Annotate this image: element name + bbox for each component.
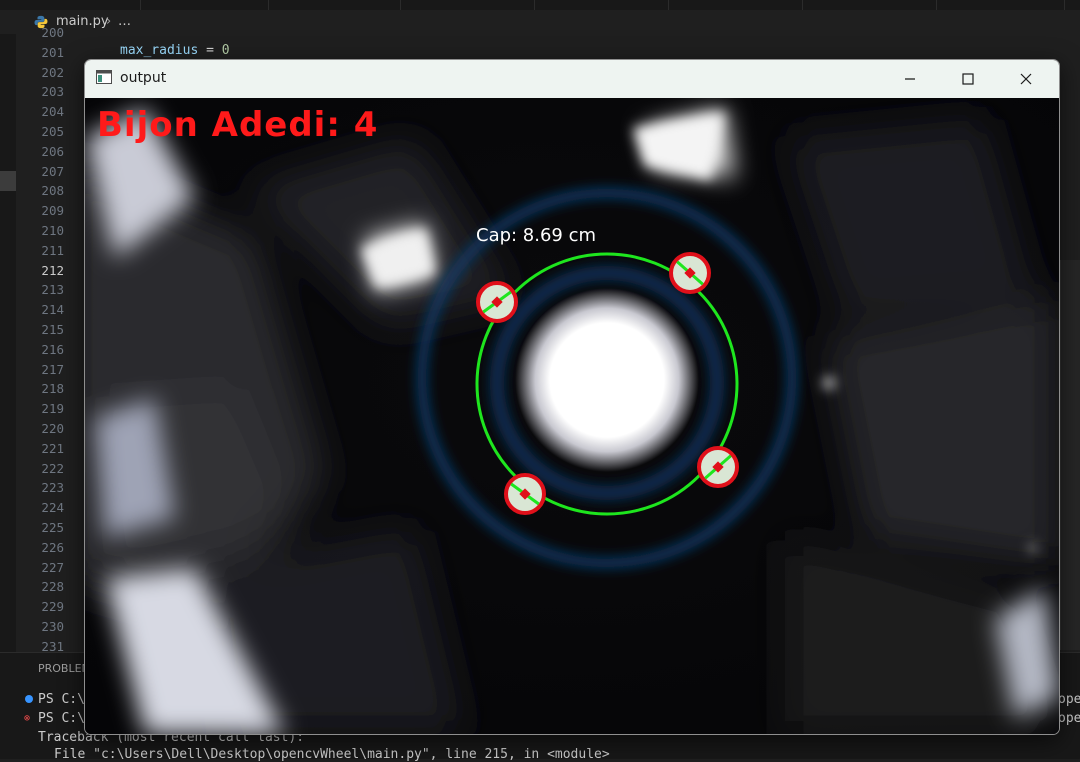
line-number: 203: [41, 84, 64, 100]
line-number: 216: [41, 341, 64, 357]
code-number: 0: [221, 43, 230, 58]
line-number: 229: [41, 599, 64, 615]
line-number: 205: [41, 123, 64, 139]
line-number: 227: [41, 559, 64, 575]
terminal-line: PS C:\: [38, 692, 85, 707]
breadcrumb-more[interactable]: …: [118, 10, 131, 34]
line-number-gutter: 200 201 202 203 204 205 206 207 208 209 210 211 212 2…: [16, 23, 64, 657]
editor-tab[interactable]: [668, 0, 803, 10]
line-number: 208: [41, 183, 64, 199]
code-variable: max_radius: [120, 43, 199, 58]
editor-tab[interactable]: [400, 0, 535, 10]
bolt-marker: [504, 473, 546, 515]
editor-tab[interactable]: [534, 0, 669, 10]
line-number: 220: [41, 420, 64, 436]
code-line[interactable]: max_radius = 0: [120, 43, 230, 58]
line-number: 212: [41, 262, 64, 278]
line-number: 207: [41, 163, 64, 179]
editor-tab[interactable]: [802, 0, 937, 10]
window-title: output: [120, 70, 167, 86]
opencv-window-icon: [96, 70, 112, 84]
line-number: 226: [41, 539, 64, 555]
code-operator: =: [198, 43, 222, 58]
line-number: 206: [41, 143, 64, 159]
line-number: 218: [41, 381, 64, 397]
line-number: 201: [41, 44, 64, 60]
activity-indicator: [0, 171, 16, 191]
terminal-line-fragment: oper: [1058, 711, 1080, 726]
line-number: 219: [41, 401, 64, 417]
terminal-line: File "c:\Users\Dell\Desktop\opencvWheel\…: [54, 747, 610, 762]
error-icon: ⊗: [24, 713, 31, 724]
window-titlebar[interactable]: output: [85, 60, 1059, 98]
close-icon[interactable]: [1003, 66, 1049, 92]
editor-tab[interactable]: [936, 0, 1065, 10]
line-number: 228: [41, 579, 64, 595]
maximize-icon[interactable]: [945, 66, 991, 92]
bolt-marker: [476, 281, 518, 323]
editor-tab[interactable]: [140, 0, 269, 10]
line-number: 215: [41, 321, 64, 337]
camera-frame: Bijon Adedi: 4 Cap: 8.69 cm: [85, 98, 1059, 734]
line-number: 211: [41, 242, 64, 258]
line-number: 213: [41, 282, 64, 298]
terminal-line-fragment: oper: [1058, 692, 1080, 707]
editor-tab[interactable]: [268, 0, 401, 10]
line-number: 230: [41, 618, 64, 634]
output-window[interactable]: output Bijon Adedi: 4 Cap: 8.69 cm: [84, 59, 1060, 735]
breadcrumb: main.py › …: [0, 10, 1080, 34]
line-number: 204: [41, 104, 64, 120]
bolt-marker: [669, 252, 711, 294]
diameter-label: Cap: 8.69 cm: [476, 225, 596, 246]
chevron-right-icon: ›: [106, 14, 112, 29]
terminal-status-icon: [25, 695, 33, 703]
line-number: 217: [41, 361, 64, 377]
line-number: 225: [41, 519, 64, 535]
bolt-count-label: Bijon Adedi: 4: [97, 105, 378, 145]
line-number: 221: [41, 440, 64, 456]
wheel-hub: [515, 288, 699, 472]
line-number: 222: [41, 460, 64, 476]
editor-tab[interactable]: [0, 0, 141, 10]
line-number: 200: [41, 25, 64, 40]
line-number: 223: [41, 480, 64, 496]
minimize-icon[interactable]: [887, 66, 933, 92]
line-number: 202: [41, 64, 64, 80]
line-number: 210: [41, 222, 64, 238]
line-number: 224: [41, 500, 64, 516]
line-number: 214: [41, 302, 64, 318]
editor-side-pane: [1060, 260, 1080, 650]
terminal-line: PS C:\: [38, 711, 85, 726]
activity-bar: [0, 34, 16, 654]
editor-tab-bar: [0, 0, 1080, 10]
bolt-marker: [697, 446, 739, 488]
line-number: 209: [41, 203, 64, 219]
